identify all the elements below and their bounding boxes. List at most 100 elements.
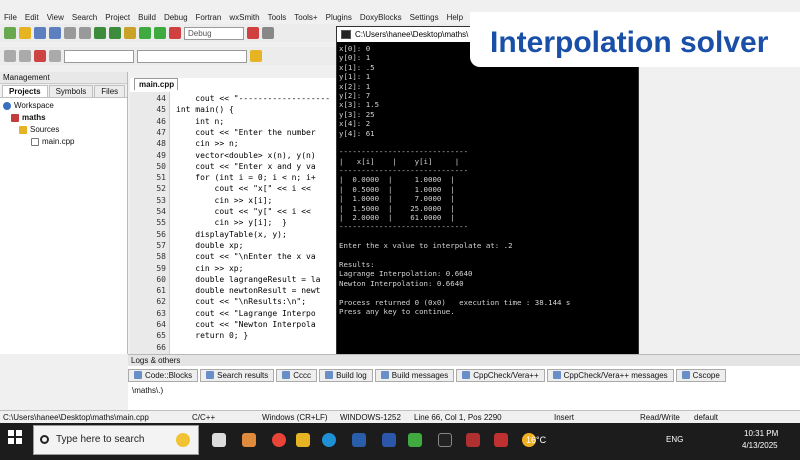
code-line: for (int i = 0; i < n; i+ <box>176 173 316 183</box>
function-select[interactable] <box>137 49 247 63</box>
menu-item-view[interactable]: View <box>47 13 64 22</box>
status-mode: Insert <box>554 413 575 422</box>
photos-icon[interactable] <box>242 433 256 447</box>
run-icon[interactable] <box>139 27 151 39</box>
build-run-icon[interactable] <box>154 27 166 39</box>
logs-tab[interactable]: Build log <box>319 368 373 382</box>
logs-tab[interactable]: Code::Blocks <box>128 368 199 382</box>
menu-item-plugins[interactable]: Plugins <box>326 13 352 22</box>
tree-item-workspace[interactable]: Workspace <box>3 100 127 112</box>
management-panel: Management Projects Symbols Files Worksp… <box>0 72 128 354</box>
code-line: return 0; } <box>176 331 249 341</box>
code-line: cin >> n; <box>176 139 239 149</box>
editor-tab-main-cpp[interactable]: main.cpp <box>134 78 178 90</box>
uncomment-icon[interactable] <box>19 50 31 62</box>
tab-symbols[interactable]: Symbols <box>48 85 94 97</box>
edge-icon[interactable] <box>322 433 336 447</box>
build-target-select[interactable]: Debug <box>184 26 244 40</box>
menu-item-tools-[interactable]: Tools+ <box>294 13 317 22</box>
menu-item-fortran[interactable]: Fortran <box>196 13 222 22</box>
debug-icon[interactable] <box>247 27 259 39</box>
line-number: 46 <box>156 116 166 126</box>
app-icon[interactable] <box>494 433 508 447</box>
code-line: cout << "Lagrange Interpo <box>176 308 316 318</box>
tree-item-sources[interactable]: Sources <box>3 124 127 136</box>
clock-time[interactable]: 10:31 PM <box>744 429 778 438</box>
weather-temperature[interactable]: 16°C <box>526 435 546 445</box>
undo-icon[interactable] <box>94 27 106 39</box>
copy-icon[interactable] <box>79 27 91 39</box>
logs-tab[interactable]: Cccc <box>276 368 318 382</box>
menu-item-debug[interactable]: Debug <box>164 13 188 22</box>
cut-icon[interactable] <box>64 27 76 39</box>
search-placeholder: Type here to search <box>56 434 145 445</box>
menu-item-file[interactable]: File <box>4 13 17 22</box>
comment-icon[interactable] <box>4 50 16 62</box>
menu-item-search[interactable]: Search <box>72 13 97 22</box>
line-number: 48 <box>156 139 166 149</box>
console-line: | 1.0000 | 7.0000 | <box>339 194 455 204</box>
sparkle-icon[interactable] <box>176 433 190 447</box>
search-icon <box>40 435 49 444</box>
code-line: cout << "x[" << i << <box>176 184 311 194</box>
console-line: | 1.5000 | 25.0000 | <box>339 203 455 213</box>
menu-item-tools[interactable]: Tools <box>268 13 287 22</box>
console-line: Results: <box>339 259 375 269</box>
clock-date[interactable]: 4/13/2025 <box>742 441 778 450</box>
terminal-icon[interactable] <box>438 433 452 447</box>
windows-start-icon[interactable] <box>8 430 22 444</box>
line-number-gutter: 44 45 46 47 48 49 50 51 52 53 54 55 56 57 58 59 60 61 62 63… <box>130 92 170 354</box>
line-number: 66 <box>156 342 166 352</box>
open-file-icon[interactable] <box>19 27 31 39</box>
save-all-icon[interactable] <box>49 27 61 39</box>
tab-files[interactable]: Files <box>94 85 126 97</box>
app-icon[interactable] <box>352 433 366 447</box>
menu-item-project[interactable]: Project <box>105 13 130 22</box>
tree-item-label: Sources <box>30 125 60 134</box>
task-view-icon[interactable] <box>212 433 226 447</box>
chrome-icon[interactable] <box>272 433 286 447</box>
save-icon[interactable] <box>34 27 46 39</box>
jump-icon[interactable] <box>49 50 61 62</box>
file-explorer-icon[interactable] <box>296 433 310 447</box>
step-icon[interactable] <box>262 27 274 39</box>
menu-item-settings[interactable]: Settings <box>410 13 439 22</box>
codeblocks-icon[interactable] <box>408 433 422 447</box>
taskbar: Type here to search 16°C ENG 10:31 PM 4/… <box>0 423 800 460</box>
file-icon <box>31 138 39 146</box>
menu-item-build[interactable]: Build <box>138 13 156 22</box>
logs-tab[interactable]: Cscope <box>675 368 726 382</box>
status-access: Read/Write <box>640 413 680 422</box>
redo-icon[interactable] <box>109 27 121 39</box>
logs-tab[interactable]: Build messages <box>374 368 455 382</box>
code-area[interactable]: cout << "------------------- int main() {… <box>172 92 336 354</box>
menu-item-help[interactable]: Help <box>447 13 463 22</box>
logs-tab[interactable]: CppCheck/Vera++ <box>456 368 545 382</box>
logs-tab-label: Build log <box>336 370 367 380</box>
taskbar-search-input[interactable]: Type here to search <box>33 425 199 455</box>
code-line: cout << "Newton Interpola <box>176 320 316 329</box>
console-line: x[4]: 2 <box>339 119 371 129</box>
menu-item-wxsmith[interactable]: wxSmith <box>229 13 259 22</box>
input-language[interactable]: ENG <box>666 435 683 444</box>
word-icon[interactable] <box>382 433 396 447</box>
search-icon[interactable] <box>250 50 262 62</box>
code-line: vector<double> x(n), y(n) <box>176 150 316 160</box>
menu-item-edit[interactable]: Edit <box>25 13 39 22</box>
scope-select[interactable] <box>64 49 134 63</box>
tab-projects[interactable]: Projects <box>2 85 48 97</box>
app-icon[interactable] <box>466 433 480 447</box>
abort-icon[interactable] <box>169 27 181 39</box>
new-file-icon[interactable] <box>4 27 16 39</box>
tree-item-main-cpp[interactable]: main.cpp <box>3 136 127 148</box>
logs-tab[interactable]: Search results <box>200 368 275 382</box>
logs-tab[interactable]: CppCheck/Vera++ messages <box>546 368 674 382</box>
console-window[interactable]: C:\Users\hanee\Desktop\maths\ x[0]: 0 y[0… <box>336 26 639 380</box>
bookmark-icon[interactable] <box>34 50 46 62</box>
tree-item-project[interactable]: maths <box>3 112 127 124</box>
code-editor[interactable]: main.cpp 44 45 46 47 48 49 50 51 52 53 54 55 56 57 58 5… <box>130 78 336 354</box>
build-icon[interactable] <box>124 27 136 39</box>
code-line: cout << "\nResults:\n"; <box>176 297 307 307</box>
management-title: Management <box>0 72 127 84</box>
menu-item-doxyblocks[interactable]: DoxyBlocks <box>360 13 402 22</box>
